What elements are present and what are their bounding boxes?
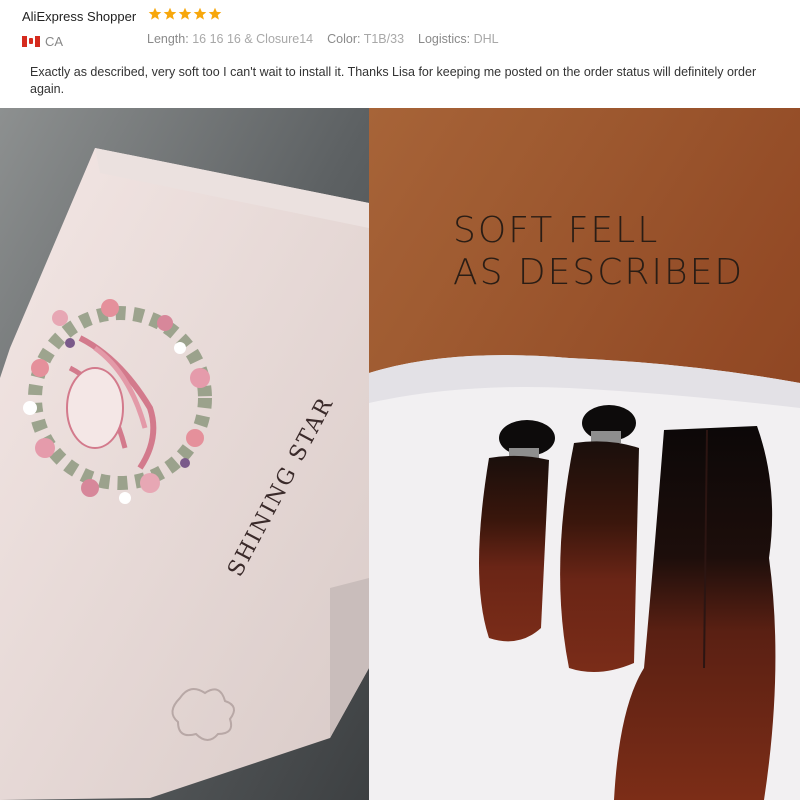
star-icon [193,7,207,20]
attribute-color: Color: T1B/33 [327,32,405,46]
photo-overlay-text: SOFT FELL AS DESCRIBED [453,210,744,294]
review-photo-box[interactable]: SHINING STAR [0,108,369,800]
reviewer-name: AliExpress Shopper [22,9,137,24]
star-icon [178,7,192,20]
star-icon [148,7,162,20]
rating-stars [148,7,222,21]
reviewer-country: CA [22,34,63,49]
review-photo-hair[interactable]: SOFT FELL AS DESCRIBED [369,108,800,800]
star-icon [163,7,177,20]
review-header: AliExpress Shopper CA Length: 16 16 16 &… [0,0,800,108]
box-photo-illustration: SHINING STAR [0,108,369,800]
overlay-line-2: AS DESCRIBED [453,252,745,293]
country-code: CA [45,34,64,49]
star-icon [208,7,222,20]
review-text: Exactly as described, very soft too I ca… [30,65,757,96]
attribute-length: Length: 16 16 16 & Closure14 [147,32,314,46]
overlay-line-1: SOFT FELL [453,210,660,251]
order-attributes: Length: 16 16 16 & Closure14 Color: T1B/… [147,32,499,46]
canada-flag-icon [22,36,40,47]
attribute-logistics: Logistics: DHL [418,32,499,46]
